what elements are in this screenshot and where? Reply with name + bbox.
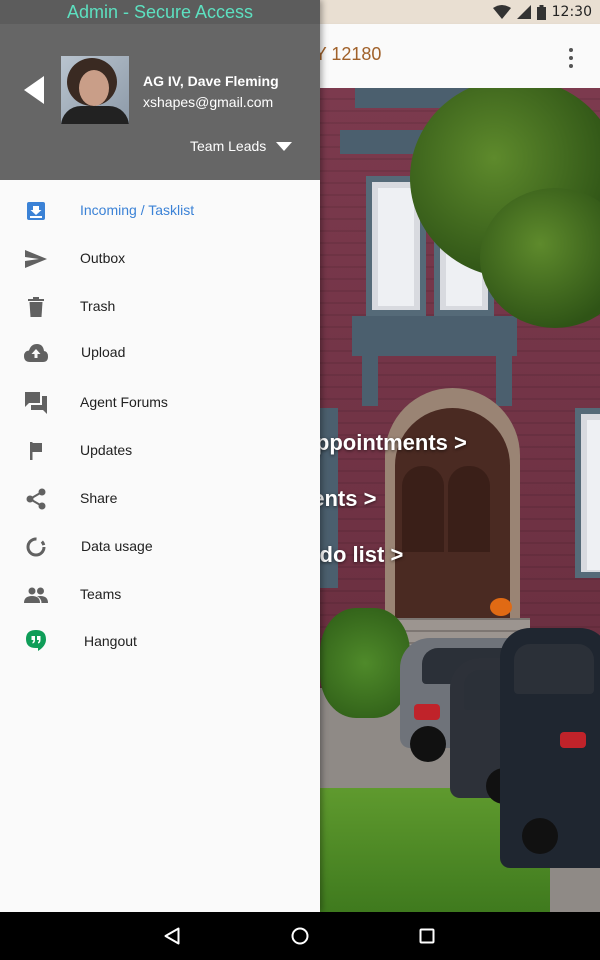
signal-icon: [516, 5, 531, 19]
send-icon: [24, 247, 48, 271]
menu-item-label: Teams: [80, 586, 122, 602]
menu-item-data-usage[interactable]: Data usage: [0, 522, 320, 568]
menu-item-label: Updates: [80, 442, 133, 458]
user-email: xshapes@gmail.com: [143, 94, 274, 110]
nav-back-icon[interactable]: [160, 924, 184, 948]
menu-item-trash[interactable]: Trash: [0, 282, 320, 328]
status-time: 12:30: [551, 4, 592, 20]
user-name: AG IV, Dave Fleming: [143, 73, 279, 89]
drawer-status-title: Admin - Secure Access: [66, 2, 254, 22]
appointments-link[interactable]: Appointments >: [300, 430, 467, 456]
battery-icon: [536, 4, 546, 20]
flag-icon: [24, 439, 48, 463]
cloud-upload-icon: [24, 341, 48, 365]
menu-item-teams[interactable]: Teams: [0, 570, 320, 616]
menu-item-label: Outbox: [80, 250, 126, 266]
menu-item-label: Upload: [81, 344, 126, 360]
menu-item-outbox[interactable]: Outbox: [0, 234, 320, 280]
drawer-header: AG IV, Dave Fleming xshapes@gmail.com Te…: [0, 24, 320, 180]
menu-item-label: Data usage: [81, 538, 153, 554]
menu-item-label: Agent Forums: [80, 394, 168, 410]
nav-recents-icon[interactable]: [415, 924, 439, 948]
back-arrow-icon[interactable]: [24, 76, 44, 104]
wifi-icon: [492, 5, 511, 19]
data-usage-icon: [24, 535, 48, 559]
team-selector[interactable]: Team Leads: [190, 136, 293, 156]
inbox-icon: [24, 199, 48, 223]
share-icon: [24, 487, 48, 511]
menu-item-label: Incoming / Tasklist: [80, 202, 195, 218]
menu-item-label: Trash: [80, 298, 116, 314]
menu-item-upload[interactable]: Upload: [0, 328, 320, 374]
drawer-status-strip: Admin - Secure Access: [0, 0, 320, 24]
trash-icon: [24, 295, 48, 319]
more-options-icon[interactable]: [566, 48, 576, 68]
system-navigation-bar: [0, 912, 600, 960]
people-icon: [24, 583, 48, 607]
navigation-drawer: Admin - Secure Access AG IV, Dave Flemin…: [0, 0, 320, 912]
menu-item-label: Hangout: [84, 633, 137, 649]
status-icons: 12:30: [492, 3, 592, 21]
nav-home-icon[interactable]: [288, 924, 312, 948]
menu-item-hangout[interactable]: Hangout: [0, 616, 320, 662]
caret-down-icon: [276, 141, 293, 151]
menu-item-updates[interactable]: Updates: [0, 426, 320, 472]
menu-item-label: Share: [80, 490, 118, 506]
menu-item-agent-forums[interactable]: Agent Forums: [0, 378, 320, 424]
avatar[interactable]: [61, 56, 129, 124]
menu-item-share[interactable]: Share: [0, 474, 320, 520]
team-selector-label: Team Leads: [190, 138, 267, 154]
forum-icon: [24, 391, 48, 415]
menu-item-incoming[interactable]: Incoming / Tasklist: [0, 186, 320, 232]
hangout-icon: [24, 629, 48, 653]
